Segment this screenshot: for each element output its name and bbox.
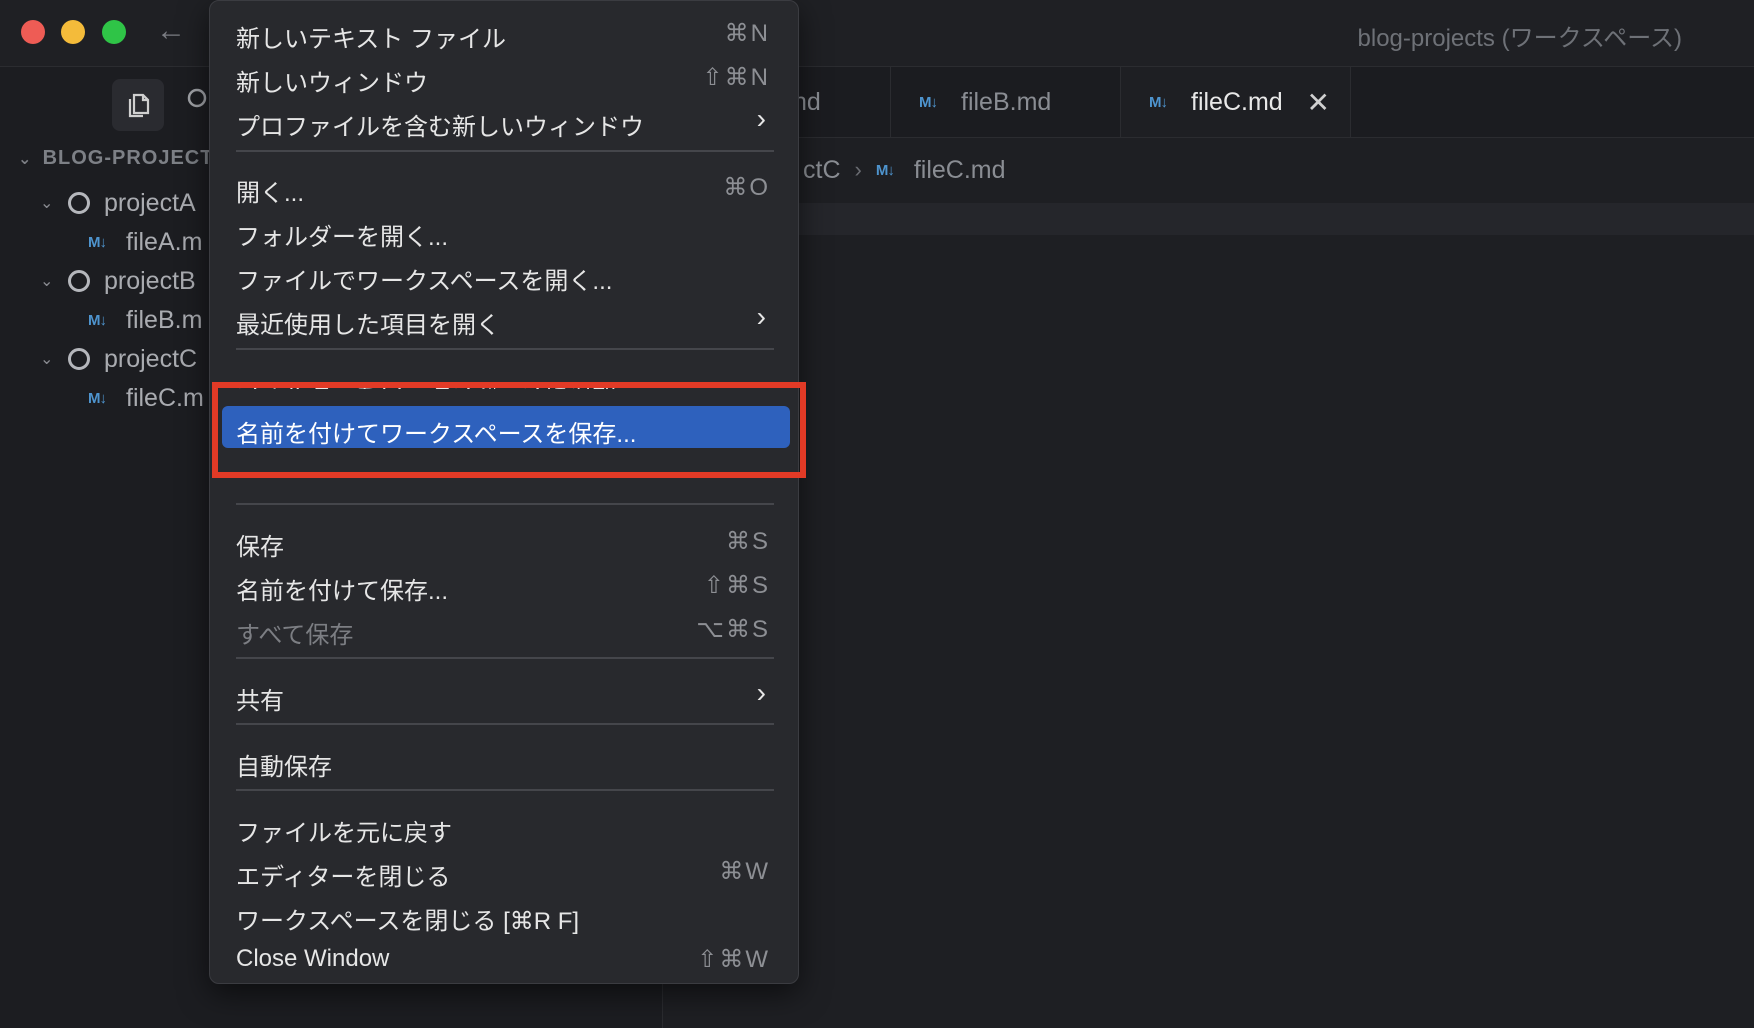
tab-label: fileB.md (961, 87, 1052, 116)
menu-item-close-window[interactable]: Close Window ⇧⌘W (236, 937, 774, 977)
menu-item-label: 名前を付けて保存... (236, 578, 449, 605)
tree-file-filec[interactable]: M↓ fileC.m (88, 378, 204, 418)
tree-folder-projecta[interactable]: ⌄ projectA (40, 183, 196, 223)
workspace-name: BLOG-PROJECT (42, 147, 214, 169)
menu-item-label: 新しいテキスト ファイル (236, 26, 506, 53)
menu-separator (236, 348, 774, 350)
menu-item-open-recent[interactable]: 最近使用した項目を開く › (236, 297, 774, 339)
markdown-icon: M↓ (88, 389, 107, 407)
menu-item-shortcut: ⌘N (724, 20, 770, 47)
menu-item-new-window-with-profile[interactable]: プロファイルを含む新しいウィンドウ › (236, 99, 774, 141)
menu-item-shortcut: ⇧⌘W (697, 946, 770, 973)
menu-item-label: 保存 (236, 534, 284, 561)
menu-item-shortcut: ⌘W (719, 858, 770, 885)
tab-fileb[interactable]: M↓ fileB.md (891, 67, 1121, 137)
breadcrumb-file[interactable]: fileC.md (914, 156, 1006, 185)
chevron-down-icon: ⌄ (40, 195, 54, 212)
menu-separator (236, 503, 774, 505)
menu-separator (236, 150, 774, 152)
menu-item-open-folder[interactable]: フォルダーを開く... (236, 209, 774, 251)
menu-item-label: Close Window (236, 945, 390, 972)
menu-item-auto-save[interactable]: 自動保存 (236, 739, 774, 781)
menu-item-open[interactable]: 開く... ⌘O (236, 165, 774, 207)
tree-item-label: fileA.m (126, 227, 203, 256)
menu-item-new-window[interactable]: 新しいウィンドウ ⇧⌘N (236, 55, 774, 97)
menu-item-shortcut: ⇧⌘S (703, 572, 770, 599)
close-window-button[interactable] (21, 20, 45, 44)
tree-file-fileb[interactable]: M↓ fileB.m (88, 300, 202, 340)
tab-label: fileC.md (1191, 87, 1283, 116)
markdown-icon: M↓ (1149, 93, 1168, 111)
tree-item-label: projectB (104, 266, 196, 295)
menu-item-shortcut: ⌥⌘S (696, 616, 770, 643)
menu-item-revert-file[interactable]: ファイルを元に戻す (236, 805, 774, 847)
menu-item-shortcut: ⌘S (725, 528, 770, 555)
menu-item-label: エディターを閉じる (236, 864, 451, 891)
markdown-icon: M↓ (88, 311, 107, 329)
chevron-down-icon: ⌄ (18, 151, 33, 168)
menu-separator (236, 723, 774, 725)
folder-root-icon (68, 192, 90, 214)
menu-item-label: すべて保存 (236, 622, 354, 649)
tree-file-filea[interactable]: M↓ fileA.m (88, 222, 202, 262)
back-arrow-icon[interactable]: ← (156, 14, 186, 48)
chevron-down-icon: ⌄ (40, 273, 54, 290)
breadcrumb-folder[interactable]: ctC (803, 156, 841, 185)
tab-filec[interactable]: M↓ fileC.md ✕ (1121, 67, 1351, 137)
chevron-down-icon: ⌄ (40, 351, 54, 368)
menu-separator (236, 657, 774, 659)
maximize-window-button[interactable] (102, 20, 126, 44)
folder-root-icon (68, 348, 90, 370)
menu-item-label: ワークスペースを閉じる [⌘R F] (236, 908, 580, 935)
menu-item-label: 最近使用した項目を開く (236, 312, 500, 339)
menu-item-label: ファイルでワークスペースを開く... (236, 268, 613, 295)
window-title: blog-projects (ワークスペース) (1357, 25, 1682, 52)
menu-item-label: 自動保存 (236, 754, 332, 781)
menu-item-shortcut: ⌘O (723, 174, 770, 201)
chevron-right-icon: › (756, 301, 766, 332)
editor-current-line[interactable] (663, 203, 1754, 235)
close-icon[interactable]: ✕ (1307, 86, 1330, 119)
menu-item-close-workspace[interactable]: ワークスペースを閉じる [⌘R F] (236, 893, 774, 935)
menu-item-save-all: すべて保存 ⌥⌘S (236, 607, 774, 649)
chevron-right-icon: › (756, 103, 766, 134)
chevron-right-icon: › (756, 677, 766, 708)
tree-item-label: fileC.m (126, 383, 204, 412)
menu-item-label: 新しいウィンドウ (236, 70, 428, 97)
menu-item-close-editor[interactable]: エディターを閉じる ⌘W (236, 849, 774, 891)
menu-item-label: 開く... (236, 180, 305, 207)
markdown-icon: M↓ (875, 161, 895, 179)
tree-item-label: projectA (104, 188, 196, 217)
tree-item-label: fileB.m (126, 305, 203, 334)
highlight-annotation-box (212, 382, 806, 478)
menu-item-save-as[interactable]: 名前を付けて保存... ⇧⌘S (236, 563, 774, 605)
menu-item-label: プロファイルを含む新しいウィンドウ (236, 114, 644, 141)
menu-item-open-workspace-from-file[interactable]: ファイルでワークスペースを開く... (236, 253, 774, 295)
files-icon (128, 93, 150, 118)
menu-item-shortcut: ⇧⌘N (702, 64, 770, 91)
menu-item-share[interactable]: 共有 › (236, 673, 774, 715)
tree-folder-projectc[interactable]: ⌄ projectC (40, 339, 197, 379)
folder-root-icon (68, 270, 90, 292)
tree-item-label: projectC (104, 344, 198, 373)
menu-item-label: 共有 (236, 688, 284, 715)
menu-separator (236, 789, 774, 791)
file-menu: 新しいテキスト ファイル ⌘N 新しいウィンドウ ⇧⌘N プロファイルを含む新し… (209, 0, 799, 984)
markdown-icon: M↓ (919, 93, 938, 111)
menu-item-new-text-file[interactable]: 新しいテキスト ファイル ⌘N (236, 11, 774, 53)
menu-item-save[interactable]: 保存 ⌘S (236, 519, 774, 561)
chevron-right-icon: › (854, 157, 862, 182)
tree-folder-projectb[interactable]: ⌄ projectB (40, 261, 196, 301)
explorer-button[interactable] (112, 79, 164, 131)
menu-item-label: ファイルを元に戻す (236, 820, 452, 847)
menu-item-label: フォルダーを開く... (236, 224, 449, 251)
explorer-section-header[interactable]: ⌄ BLOG-PROJECT (18, 147, 213, 170)
editor-tab-bar: nd M↓ fileB.md M↓ fileC.md ✕ (663, 67, 1754, 138)
minimize-window-button[interactable] (61, 20, 85, 44)
markdown-icon: M↓ (88, 233, 107, 251)
